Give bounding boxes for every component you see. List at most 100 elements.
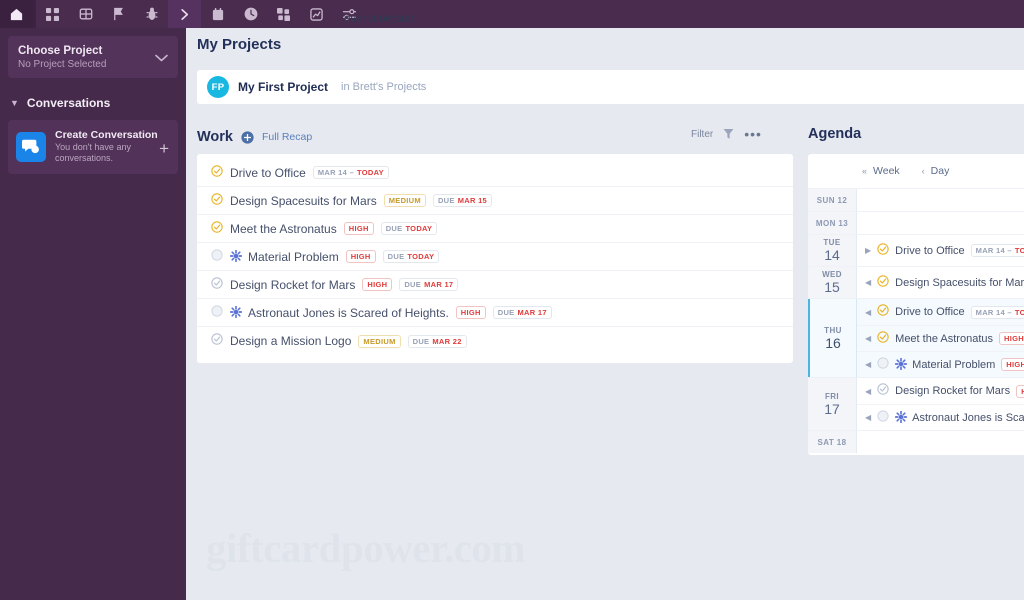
task-checkbox[interactable] [211, 192, 223, 210]
agenda-day-label[interactable]: MON 13 [808, 212, 857, 234]
priority-badge: HIGH [1001, 358, 1024, 372]
date-range-badge: MAR 14 –TODA [970, 244, 1024, 258]
issue-icon [229, 249, 243, 264]
agenda-day-weekday: THU [824, 325, 842, 335]
project-row[interactable]: FP My First Project in Brett's Projects [197, 70, 1024, 104]
event-name[interactable]: Drive to Office [895, 245, 965, 257]
agenda-day-label[interactable]: SUN 12 [808, 189, 857, 211]
priority-badge: MEDIUM [358, 334, 401, 348]
agenda-day-compact: SUN 12 [816, 195, 848, 205]
week-nav[interactable]: « Week [862, 165, 900, 177]
project-name[interactable]: My First Project [238, 80, 328, 94]
work-more-button[interactable]: ••• [744, 127, 762, 141]
apps-icon[interactable] [267, 0, 300, 28]
task-row[interactable]: Meet the Astronatus HIGH DUE TODAY [197, 215, 793, 243]
clipped-text: ever a person. [344, 13, 418, 22]
create-conversation-subtitle: You don't have any conversations. [55, 142, 131, 164]
agenda-day-label[interactable]: SAT 18 [808, 431, 857, 454]
chevron-down-icon[interactable] [155, 49, 168, 67]
event-checkbox[interactable] [877, 274, 889, 292]
task-checkbox[interactable] [211, 248, 223, 266]
agenda-day-row[interactable]: SUN 12 [808, 188, 1024, 211]
task-name[interactable]: Meet the Astronatus [230, 222, 337, 236]
event-name[interactable]: Design Rocket for Mars [895, 385, 1010, 397]
task-row[interactable]: Astronaut Jones is Scared of Heights. HIG… [197, 299, 793, 327]
task-row[interactable]: Design a Mission Logo MEDIUM DUE MAR 22 [197, 327, 793, 355]
task-name[interactable]: Design Rocket for Mars [230, 278, 355, 292]
week-nav-arrow-icon[interactable]: « [862, 166, 867, 176]
event-checkbox[interactable] [877, 356, 889, 374]
event-name[interactable]: Material Problem [912, 359, 995, 371]
event-continues-icon: ▶ [865, 246, 872, 256]
event-checkbox[interactable] [877, 330, 889, 348]
event-name[interactable]: Drive to Office [895, 306, 965, 318]
event-continues-icon: ◀ [865, 334, 872, 344]
day-nav-arrow-icon[interactable]: ‹ [922, 166, 925, 176]
task-checkbox[interactable] [211, 164, 223, 182]
agenda-event-row[interactable]: ◀ Material Problem HIGH [857, 351, 1024, 377]
agenda-event-row[interactable]: ◀ Meet the Astronatus HIGH [857, 325, 1024, 351]
funnel-icon[interactable] [723, 128, 734, 140]
event-checkbox[interactable] [877, 409, 889, 427]
agenda-day-label[interactable]: THU 16 [808, 299, 857, 378]
event-checkbox[interactable] [877, 242, 889, 260]
agenda-nav: « Week ‹ Day [808, 154, 1024, 188]
priority-badge: HIGH [455, 306, 486, 319]
board-icon[interactable] [69, 0, 102, 28]
task-row[interactable]: Design Spacesuits for Mars MEDIUM DUE MAR 1… [197, 187, 793, 215]
task-row[interactable]: Design Rocket for Mars HIGH DUE MAR 17 [197, 271, 793, 299]
chevron-right-icon[interactable] [168, 0, 201, 28]
task-name[interactable]: Design Spacesuits for Mars [230, 194, 377, 208]
full-recap-link[interactable]: Full Recap [262, 131, 312, 143]
add-conversation-button[interactable]: + [159, 139, 169, 159]
event-checkbox[interactable] [877, 303, 889, 321]
agenda-event-row[interactable]: ◀ Design Rocket for Mars HIG [857, 378, 1024, 404]
agenda-event-row[interactable]: ◀ Astronaut Jones is Scared [857, 404, 1024, 430]
agenda-day-row[interactable]: WED 15 ◀ Design Spacesuits for Mars [808, 266, 1024, 299]
plus-circle-icon[interactable] [241, 130, 254, 144]
task-checkbox[interactable] [211, 276, 223, 294]
filter-label[interactable]: Filter [691, 129, 713, 140]
event-name[interactable]: Astronaut Jones is Scared [912, 412, 1024, 424]
calendar-icon[interactable] [201, 0, 234, 28]
agenda-day-row[interactable]: TUE14 ▶ Drive to Office MAR 14 –TODA [808, 234, 1024, 267]
agenda-day-row[interactable]: FRI17 ◀ Design Rocket for Mars HIG ◀ Astronau… [808, 377, 1024, 431]
grid-icon[interactable] [36, 0, 69, 28]
flag-icon[interactable] [102, 0, 135, 28]
task-row[interactable]: Material Problem HIGH DUE TODAY [197, 243, 793, 271]
avatar: FP [207, 76, 229, 98]
agenda-day-events: ◀ Design Spacesuits for Mars [857, 267, 1024, 298]
agenda-panel: « Week ‹ Day SUN 12 MON 13 TUE 14 ▶ Drive to Off… [808, 154, 1024, 456]
task-checkbox[interactable] [211, 304, 223, 322]
event-name[interactable]: Design Spacesuits for Mars [895, 277, 1024, 289]
chart-icon[interactable] [300, 0, 333, 28]
agenda-day-label[interactable]: TUE 14 [808, 235, 857, 267]
task-row[interactable]: Drive to Office MAR 14 – TODAY [197, 159, 793, 187]
conversations-section-header[interactable]: ▼ Conversations [0, 96, 186, 110]
task-name[interactable]: Design a Mission Logo [230, 334, 351, 348]
event-checkbox[interactable] [877, 382, 889, 400]
event-name[interactable]: Meet the Astronatus [895, 333, 993, 345]
day-nav[interactable]: ‹ Day [922, 165, 950, 177]
agenda-day-row[interactable]: SAT 18 [808, 430, 1024, 454]
issue-icon [895, 410, 908, 425]
agenda-day-row[interactable]: MON 13 [808, 211, 1024, 234]
task-name[interactable]: Drive to Office [230, 166, 306, 180]
task-checkbox[interactable] [211, 332, 223, 350]
agenda-event-row[interactable]: ▶ Drive to Office MAR 14 –TODA [857, 238, 1024, 264]
task-checkbox[interactable] [211, 220, 223, 238]
agenda-day-label[interactable]: FRI 17 [808, 378, 857, 431]
day-nav-label: Day [930, 165, 950, 177]
agenda-day-row[interactable]: THU16 ◀ Drive to Office MAR 14 –TODA ◀ Meet t… [808, 298, 1024, 378]
caret-down-icon[interactable]: ▼ [10, 98, 19, 108]
agenda-event-row[interactable]: ◀ Drive to Office MAR 14 –TODA [857, 299, 1024, 325]
project-picker[interactable]: Choose Project No Project Selected [8, 36, 178, 78]
clock-icon[interactable] [234, 0, 267, 28]
home-icon[interactable] [0, 0, 33, 28]
task-name[interactable]: Astronaut Jones is Scared of Heights. [248, 306, 449, 320]
agenda-event-row[interactable]: ◀ Design Spacesuits for Mars [857, 270, 1024, 296]
create-conversation-card[interactable]: Create Conversation You don't have any c… [8, 120, 178, 174]
bug-icon[interactable] [135, 0, 168, 28]
task-name[interactable]: Material Problem [248, 250, 339, 264]
agenda-day-label[interactable]: WED 15 [808, 267, 857, 299]
